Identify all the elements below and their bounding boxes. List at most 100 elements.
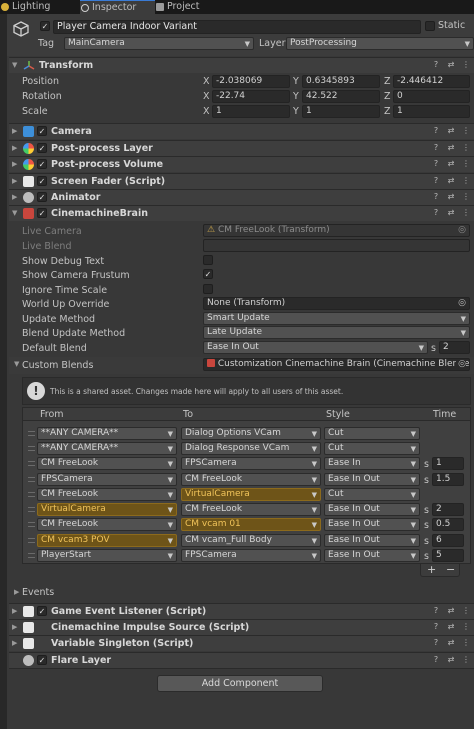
foldout-open-icon[interactable]: ▼ <box>14 360 19 368</box>
update-method-dropdown[interactable]: Smart Update ▼ <box>203 312 470 325</box>
cinemachine-brain-header[interactable]: ▼ ✓ CinemachineBrain ? ⇄ ⋮ <box>9 205 474 221</box>
blend-time-field[interactable]: 5 <box>432 549 464 562</box>
blend-from-dropdown[interactable]: FPSCamera ▼ <box>37 473 177 486</box>
blend-to-dropdown[interactable]: Dialog Response VCam ▼ <box>181 442 321 455</box>
help-icon[interactable]: ? <box>431 606 441 616</box>
help-icon[interactable]: ? <box>431 60 441 70</box>
blend-from-dropdown[interactable]: CM vcam3 POV ▼ <box>37 534 177 547</box>
show-debug-checkbox[interactable] <box>203 255 213 265</box>
blend-to-dropdown[interactable]: CM vcam 01 ▼ <box>181 518 321 531</box>
postprocess-layer-header[interactable]: ▶ ✓ Post-process Layer ? ⇄ ⋮ <box>9 140 474 156</box>
blend-style-dropdown[interactable]: Ease In ▼ <box>324 457 420 470</box>
layer-dropdown[interactable]: PostProcessing ▼ <box>286 37 474 50</box>
impulse-source-header[interactable]: ▶ Cinemachine Impulse Source (Script) ? … <box>9 619 474 635</box>
help-icon[interactable]: ? <box>431 192 441 202</box>
scale-x-field[interactable]: 1 <box>212 105 290 118</box>
component-enabled-checkbox[interactable]: ✓ <box>37 192 47 202</box>
position-z-field[interactable]: -2.446412 <box>393 75 470 88</box>
default-blend-dropdown[interactable]: Ease In Out ▼ <box>203 341 428 354</box>
help-icon[interactable]: ? <box>431 622 441 632</box>
game-event-listener-header[interactable]: ▶ ✓ Game Event Listener (Script) ? ⇄ ⋮ <box>9 603 474 619</box>
blend-from-dropdown[interactable]: CM FreeLook ▼ <box>37 488 177 501</box>
ignore-time-checkbox[interactable] <box>203 284 213 294</box>
tab-lighting[interactable]: Lighting <box>0 0 80 14</box>
drag-handle-icon[interactable] <box>28 461 35 466</box>
blend-to-dropdown[interactable]: CM FreeLook ▼ <box>181 503 321 516</box>
blend-time-field[interactable]: 1 <box>432 457 464 470</box>
rotation-x-field[interactable]: -22.74 <box>212 90 290 103</box>
help-icon[interactable]: ? <box>431 159 441 169</box>
scale-y-field[interactable]: 1 <box>302 105 380 118</box>
default-blend-time-field[interactable]: 2 <box>439 341 470 354</box>
object-name-field[interactable]: Player Camera Indoor Variant <box>53 20 421 34</box>
blend-style-dropdown[interactable]: Ease In Out ▼ <box>324 473 420 486</box>
static-checkbox[interactable] <box>425 21 435 31</box>
object-picker-icon[interactable]: ◎ <box>458 298 466 309</box>
preset-icon[interactable]: ⇄ <box>446 655 456 665</box>
add-item-button[interactable]: + <box>427 563 436 576</box>
drag-handle-icon[interactable] <box>28 538 35 543</box>
position-y-field[interactable]: 0.6345893 <box>302 75 380 88</box>
blend-to-dropdown[interactable]: CM vcam_Full Body ▼ <box>181 534 321 547</box>
help-icon[interactable]: ? <box>431 126 441 136</box>
preset-icon[interactable]: ⇄ <box>446 176 456 186</box>
more-menu-icon[interactable]: ⋮ <box>461 159 471 169</box>
blend-style-dropdown[interactable]: Cut ▼ <box>324 427 420 440</box>
blend-time-field[interactable]: 0.5 <box>432 518 464 531</box>
blend-to-dropdown[interactable]: VirtualCamera ▼ <box>181 488 321 501</box>
show-frustum-checkbox[interactable]: ✓ <box>203 269 213 279</box>
blend-style-dropdown[interactable]: Ease In Out ▼ <box>324 534 420 547</box>
foldout-closed-icon[interactable]: ▶ <box>14 588 19 596</box>
help-icon[interactable]: ? <box>431 638 441 648</box>
rotation-y-field[interactable]: 42.522 <box>302 90 380 103</box>
drag-handle-icon[interactable] <box>28 522 35 527</box>
drag-handle-icon[interactable] <box>28 553 35 558</box>
tag-dropdown[interactable]: MainCamera ▼ <box>64 37 254 50</box>
flare-layer-header[interactable]: ✓ Flare Layer ? ⇄ ⋮ <box>9 652 474 668</box>
blend-time-field[interactable]: 1.5 <box>432 473 464 486</box>
object-picker-icon[interactable]: ◎ <box>456 359 466 370</box>
more-menu-icon[interactable]: ⋮ <box>461 638 471 648</box>
more-menu-icon[interactable]: ⋮ <box>461 60 471 70</box>
scale-z-field[interactable]: 1 <box>393 105 470 118</box>
camera-component-header[interactable]: ▶ ✓ Camera ? ⇄ ⋮ <box>9 123 474 139</box>
screen-fader-header[interactable]: ▶ ✓ Screen Fader (Script) ? ⇄ ⋮ <box>9 173 474 189</box>
help-icon[interactable]: ? <box>431 208 441 218</box>
drag-handle-icon[interactable] <box>28 507 35 512</box>
drag-handle-icon[interactable] <box>28 446 35 451</box>
help-icon[interactable]: ? <box>431 143 441 153</box>
blend-to-dropdown[interactable]: CM FreeLook ▼ <box>181 473 321 486</box>
drag-handle-icon[interactable] <box>28 492 35 497</box>
remove-item-button[interactable]: − <box>446 563 455 576</box>
preset-icon[interactable]: ⇄ <box>446 60 456 70</box>
blend-style-dropdown[interactable]: Cut ▼ <box>324 488 420 501</box>
component-enabled-checkbox[interactable]: ✓ <box>37 176 47 186</box>
blend-from-dropdown[interactable]: PlayerStart ▼ <box>37 549 177 562</box>
preset-icon[interactable]: ⇄ <box>446 638 456 648</box>
blend-from-dropdown[interactable]: **ANY CAMERA** ▼ <box>37 427 177 440</box>
preset-icon[interactable]: ⇄ <box>446 622 456 632</box>
blend-from-dropdown[interactable]: **ANY CAMERA** ▼ <box>37 442 177 455</box>
blend-from-dropdown[interactable]: CM FreeLook ▼ <box>37 457 177 470</box>
preset-icon[interactable]: ⇄ <box>446 159 456 169</box>
help-icon[interactable]: ? <box>431 176 441 186</box>
variable-singleton-header[interactable]: ▶ Variable Singleton (Script) ? ⇄ ⋮ <box>9 635 474 651</box>
blend-update-dropdown[interactable]: Late Update ▼ <box>203 326 470 339</box>
component-enabled-checkbox[interactable]: ✓ <box>37 208 47 218</box>
component-enabled-checkbox[interactable]: ✓ <box>37 655 47 665</box>
rotation-z-field[interactable]: 0 <box>393 90 470 103</box>
component-enabled-checkbox[interactable]: ✓ <box>37 143 47 153</box>
blend-time-field[interactable]: 2 <box>432 503 464 516</box>
blend-from-dropdown[interactable]: VirtualCamera ▼ <box>37 503 177 516</box>
position-x-field[interactable]: -2.038069 <box>212 75 290 88</box>
more-menu-icon[interactable]: ⋮ <box>461 143 471 153</box>
more-menu-icon[interactable]: ⋮ <box>461 622 471 632</box>
active-checkbox[interactable]: ✓ <box>40 21 50 31</box>
blend-style-dropdown[interactable]: Ease In Out ▼ <box>324 503 420 516</box>
blend-style-dropdown[interactable]: Ease In Out ▼ <box>324 518 420 531</box>
more-menu-icon[interactable]: ⋮ <box>461 208 471 218</box>
blend-from-dropdown[interactable]: CM FreeLook ▼ <box>37 518 177 531</box>
drag-handle-icon[interactable] <box>28 431 35 436</box>
component-enabled-checkbox[interactable]: ✓ <box>37 606 47 616</box>
preset-icon[interactable]: ⇄ <box>446 143 456 153</box>
